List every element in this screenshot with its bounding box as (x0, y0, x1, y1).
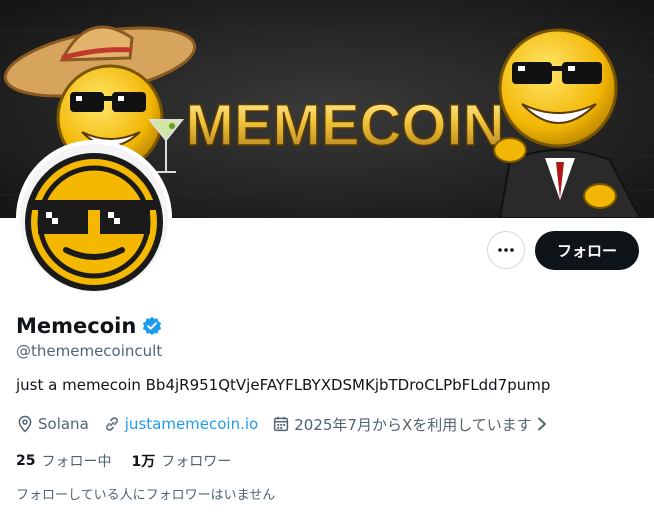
link-icon (105, 417, 118, 431)
location-text: Solana (38, 415, 89, 433)
profile-meta: Solana justamemecoin.io 2025年7月からXを利用してい… (16, 412, 566, 436)
profile-avatar[interactable] (16, 140, 172, 296)
avatar-image (16, 140, 172, 296)
display-name: Memecoin (16, 314, 137, 338)
joined-item[interactable]: 2025年7月からXを利用しています (272, 414, 552, 435)
following-label: フォロー中 (41, 454, 112, 470)
chevron-right-icon (536, 417, 552, 431)
more-options-button[interactable] (487, 231, 525, 269)
banner-title: MEMECOIN (186, 93, 505, 158)
more-dots-icon (498, 248, 514, 252)
followers-you-know[interactable]: フォローしている人にフォロワーはいません (16, 484, 275, 503)
location-pin-icon (18, 415, 32, 433)
follow-stats: 25 フォロー中 1万 フォロワー (16, 451, 251, 471)
profile-handle: @thememecoincult (16, 342, 163, 360)
following-link[interactable]: 25 フォロー中 (16, 451, 111, 471)
verified-badge-icon[interactable] (142, 316, 162, 336)
profile-page: MEMECOIN フォロー Memecoin @thememecoincult … (0, 0, 654, 531)
name-row: Memecoin (16, 312, 162, 340)
calendar-icon (274, 416, 289, 432)
follow-button[interactable]: フォロー (535, 231, 639, 270)
followers-label: フォロワー (161, 454, 232, 470)
following-count: 25 (16, 453, 36, 469)
website-item[interactable]: justamemecoin.io (103, 415, 258, 433)
website-link[interactable]: justamemecoin.io (125, 415, 258, 433)
joined-text: 2025年7月からXを利用しています (294, 415, 532, 434)
location-item: Solana (16, 415, 89, 433)
followers-count: 1万 (131, 454, 156, 470)
profile-bio: just a memecoin Bb4jR951QtVjeFAYFLBYXDSM… (16, 376, 551, 394)
followers-link[interactable]: 1万 フォロワー (131, 451, 231, 471)
